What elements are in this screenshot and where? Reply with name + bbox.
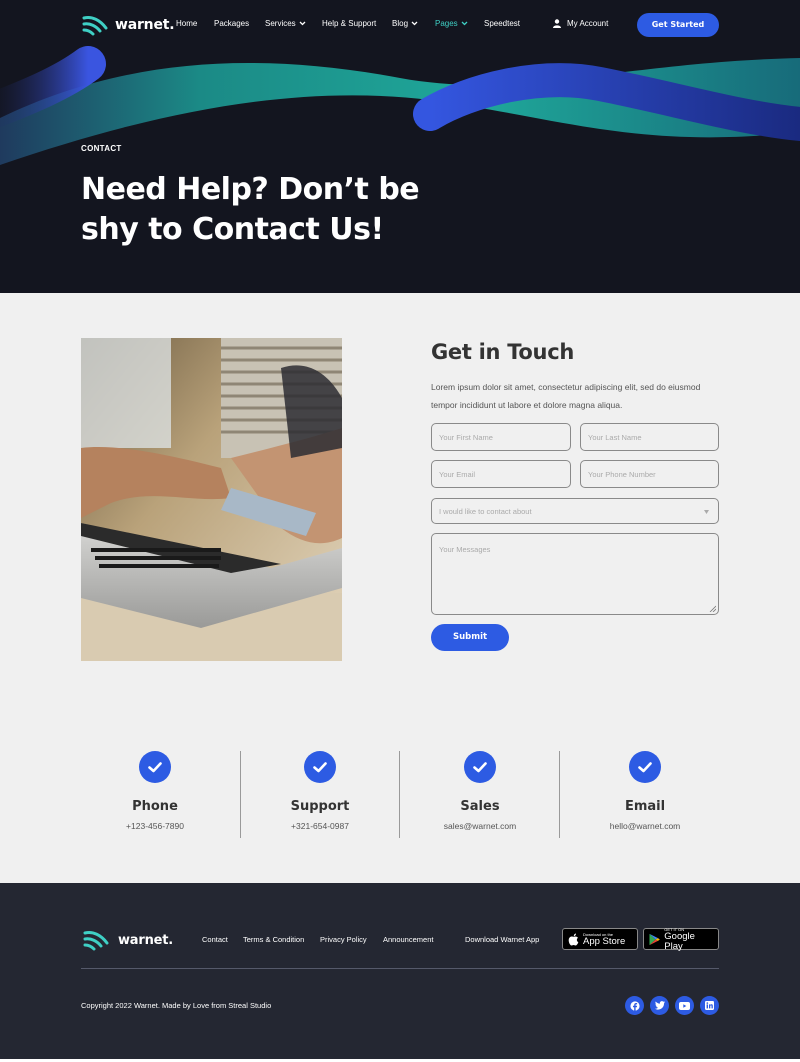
info-title: Sales xyxy=(460,799,500,814)
logo-wave-icon xyxy=(82,16,108,36)
top-nav: warnet. Home Packages Services Help & Su… xyxy=(0,0,800,50)
info-title: Support xyxy=(290,799,350,814)
google-play-button[interactable]: GET IT ON Google Play xyxy=(643,927,719,952)
hero-eyebrow: CONTACT xyxy=(81,144,122,153)
footer-link-contact[interactable]: Contact xyxy=(202,935,228,944)
info-email: Email hello@warnet.com xyxy=(565,751,725,831)
chevron-down-icon xyxy=(411,21,418,26)
info-value: +321-654-0987 xyxy=(291,821,349,831)
twitter-icon[interactable] xyxy=(650,996,669,1015)
info-title: Email xyxy=(624,799,666,814)
nav-blog-label: Blog xyxy=(392,19,409,28)
download-app-label: Download Warnet App xyxy=(465,935,540,944)
submit-button[interactable]: Submit xyxy=(431,624,509,651)
contact-topic-value: I would like to contact about xyxy=(439,506,532,516)
caret-down-icon xyxy=(704,510,709,514)
check-circle-icon xyxy=(304,751,336,783)
message-placeholder: Your Messages xyxy=(439,545,491,554)
get-in-touch-description: Lorem ipsum dolor sit amet, consectetur … xyxy=(431,382,701,410)
phone-input[interactable]: Your Phone Number xyxy=(580,460,719,488)
user-icon xyxy=(553,19,561,28)
apple-icon xyxy=(568,933,579,945)
nav-blog[interactable]: Blog xyxy=(392,19,418,28)
app-store-text: Download on the App Store xyxy=(583,932,625,947)
hero-title: Need Help? Don’t be shy to Contact Us! xyxy=(81,172,420,247)
nav-speedtest[interactable]: Speedtest xyxy=(484,19,520,28)
nav-pages-label: Pages xyxy=(435,19,458,28)
last-name-input[interactable]: Your Last Name xyxy=(580,423,719,451)
logo-wave-icon xyxy=(83,931,109,951)
app-store-big: App Store xyxy=(583,935,626,947)
linkedin-icon[interactable] xyxy=(700,996,719,1015)
get-started-button[interactable]: Get Started xyxy=(637,13,719,37)
footer-logo[interactable]: warnet. xyxy=(81,928,173,952)
brand-logo[interactable]: warnet. xyxy=(81,13,175,37)
info-value: hello@warnet.com xyxy=(609,821,681,831)
facebook-icon[interactable] xyxy=(625,996,644,1015)
app-store-button[interactable]: Download on the App Store xyxy=(562,928,638,950)
info-sales: Sales sales@warnet.com xyxy=(400,751,560,831)
nav-services[interactable]: Services xyxy=(265,19,306,28)
footer: warnet. Contact Terms & Condition Privac… xyxy=(0,883,800,1059)
chevron-down-icon xyxy=(461,21,468,26)
google-play-icon xyxy=(649,933,660,945)
contact-topic-select[interactable]: I would like to contact about xyxy=(431,498,719,524)
contact-photo xyxy=(81,338,342,661)
nav-packages[interactable]: Packages xyxy=(214,19,249,28)
footer-divider xyxy=(81,968,719,969)
check-circle-icon xyxy=(139,751,171,783)
nav-home[interactable]: Home xyxy=(176,19,197,28)
nav-help-support[interactable]: Help & Support xyxy=(322,19,376,28)
message-textarea[interactable]: Your Messages xyxy=(431,533,719,615)
divider xyxy=(559,751,560,838)
info-phone: Phone +123-456-7890 xyxy=(75,751,235,831)
youtube-icon[interactable] xyxy=(675,996,694,1015)
first-name-input[interactable]: Your First Name xyxy=(431,423,571,451)
my-account-link[interactable]: My Account xyxy=(553,19,608,28)
info-value: sales@warnet.com xyxy=(443,821,517,831)
info-support: Support +321-654-0987 xyxy=(240,751,400,831)
nav-pages[interactable]: Pages xyxy=(435,19,468,28)
footer-link-announcement[interactable]: Announcement xyxy=(383,935,433,944)
hero-section: warnet. Home Packages Services Help & Su… xyxy=(0,0,800,293)
info-value: +123-456-7890 xyxy=(126,821,184,831)
my-account-label: My Account xyxy=(567,19,609,28)
footer-link-terms[interactable]: Terms & Condition xyxy=(243,935,304,944)
nav-services-label: Services xyxy=(265,19,296,28)
footer-link-privacy[interactable]: Privacy Policy xyxy=(320,935,367,944)
check-circle-icon xyxy=(464,751,496,783)
info-title: Phone xyxy=(132,799,178,814)
chevron-down-icon xyxy=(299,21,306,26)
laptop-payment-image xyxy=(81,338,342,661)
google-play-big: Google Play xyxy=(664,930,695,952)
google-play-text: GET IT ON Google Play xyxy=(664,927,713,952)
email-input[interactable]: Your Email xyxy=(431,460,571,488)
brand-name: warnet. xyxy=(115,17,175,33)
check-circle-icon xyxy=(629,751,661,783)
copyright-text: Copyright 2022 Warnet. Made by Love from… xyxy=(81,1001,272,1010)
footer-brand-name: warnet. xyxy=(118,932,174,948)
resize-handle-icon[interactable] xyxy=(709,605,716,612)
get-in-touch-title: Get in Touch xyxy=(431,340,575,364)
